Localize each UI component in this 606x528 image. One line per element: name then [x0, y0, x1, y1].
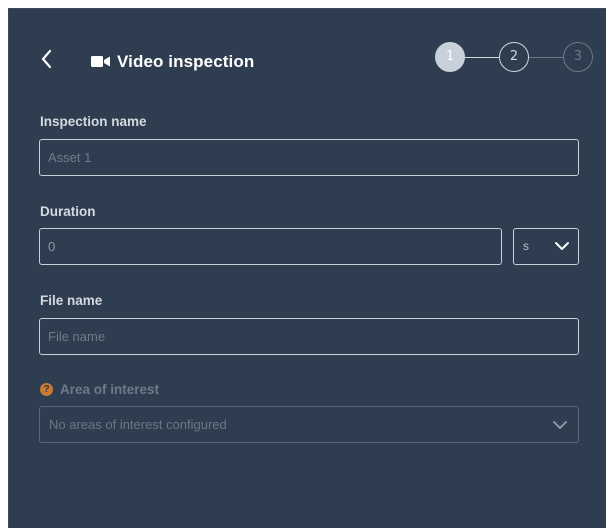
- file-name-label: File name: [40, 293, 103, 308]
- duration-unit-value: s: [523, 239, 529, 253]
- chevron-left-icon: [41, 49, 52, 69]
- step-indicator: 1 2 3: [435, 42, 593, 74]
- chevron-down-icon: [555, 242, 569, 250]
- video-camera-icon: [91, 55, 111, 69]
- area-of-interest-label: Area of interest: [60, 382, 160, 397]
- step-2[interactable]: 2: [499, 42, 529, 72]
- back-button[interactable]: [38, 47, 58, 71]
- area-of-interest-select[interactable]: No areas of interest configured: [39, 406, 579, 443]
- duration-label: Duration: [40, 204, 96, 219]
- inspection-name-input[interactable]: [39, 139, 579, 176]
- area-of-interest-placeholder: No areas of interest configured: [49, 417, 227, 432]
- step-3[interactable]: 3: [563, 42, 593, 72]
- step-1[interactable]: 1: [435, 42, 465, 72]
- video-inspection-panel: Video inspection 1 2 3 Inspection name D…: [8, 8, 606, 528]
- duration-input[interactable]: [39, 228, 502, 265]
- step-connector: [465, 57, 499, 58]
- page-title: Video inspection: [117, 52, 255, 71]
- duration-unit-select[interactable]: s: [513, 228, 579, 265]
- chevron-down-icon: [553, 421, 567, 429]
- help-icon[interactable]: ?: [40, 383, 53, 396]
- file-name-input[interactable]: [39, 318, 579, 355]
- step-connector: [529, 57, 563, 58]
- inspection-name-label: Inspection name: [40, 114, 147, 129]
